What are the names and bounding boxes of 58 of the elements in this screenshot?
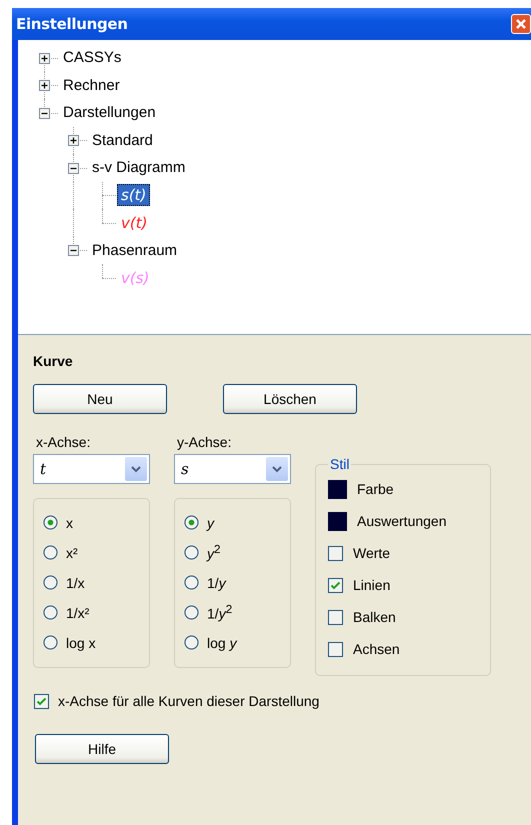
radio-label: y$^{2}$ <box>207 543 220 562</box>
checkbox[interactable] <box>34 694 49 708</box>
window-title: Einstellungen <box>16 15 128 33</box>
radio-label: x <box>66 514 73 530</box>
radio-button[interactable] <box>184 545 199 560</box>
collapse-icon[interactable] <box>39 108 50 119</box>
checkbox-label: Balken <box>353 609 396 625</box>
tree-item[interactable]: Phasenraum <box>88 240 182 261</box>
checkbox[interactable] <box>328 610 343 624</box>
help-button[interactable]: Hilfe <box>35 734 169 764</box>
collapse-icon[interactable] <box>68 245 79 256</box>
tree-item[interactable]: Darstellungen <box>59 102 160 124</box>
axis-dropdown[interactable]: t <box>33 454 150 484</box>
radio-label: y <box>207 514 214 530</box>
tree-item[interactable]: v(t) <box>117 212 152 234</box>
checkbox[interactable] <box>328 546 343 560</box>
checkbox-label: Linien <box>353 577 390 593</box>
expand-icon[interactable] <box>68 135 79 146</box>
tree-item[interactable]: s-v Diagramm <box>88 157 190 178</box>
color-swatch[interactable] <box>328 512 347 530</box>
swatch-label: Auswertungen <box>357 513 447 529</box>
axis-dropdown[interactable]: s <box>174 454 291 484</box>
checkbox-label: Werte <box>353 545 390 561</box>
expand-icon[interactable] <box>39 80 50 92</box>
tree-item[interactable]: s(t) <box>117 184 150 206</box>
radio-label: 1/x <box>66 574 85 590</box>
section-title: Kurve <box>33 353 74 369</box>
tree-item[interactable]: CASSYs <box>59 47 126 68</box>
radio-button[interactable] <box>43 605 58 620</box>
swatch-label: Farbe <box>357 481 394 497</box>
radio-button[interactable] <box>43 515 58 530</box>
radio-button[interactable] <box>184 635 199 650</box>
axis-label: x-Achse: <box>36 434 92 452</box>
action-button[interactable]: Löschen <box>223 384 357 414</box>
radio-button[interactable] <box>43 635 58 650</box>
radio-label: log y <box>207 634 237 650</box>
tree-item[interactable]: Rechner <box>59 74 124 96</box>
checkbox[interactable] <box>328 578 343 592</box>
radio-button[interactable] <box>43 545 58 560</box>
radio-button[interactable] <box>184 605 199 620</box>
radio-button[interactable] <box>184 515 199 530</box>
radio-label: x² <box>66 544 78 560</box>
expand-icon[interactable] <box>39 52 50 64</box>
checkbox-label: x-Achse für alle Kurven dieser Darstellung <box>58 693 320 709</box>
color-swatch[interactable] <box>328 480 347 498</box>
radio-button[interactable] <box>184 575 199 590</box>
group-title: Stil <box>328 456 352 472</box>
checkbox-label: Achsen <box>353 641 400 657</box>
action-button[interactable]: Neu <box>33 384 167 414</box>
radio-label: log x <box>66 634 96 650</box>
collapse-icon[interactable] <box>68 162 79 174</box>
checkbox[interactable] <box>328 642 343 656</box>
radio-label: 1/y <box>207 574 226 590</box>
radio-label: 1/x² <box>66 604 90 620</box>
radio-label: 1/y$^{2}$ <box>207 603 232 622</box>
radio-button[interactable] <box>43 575 58 590</box>
axis-label: y-Achse: <box>177 434 232 452</box>
tree-item[interactable]: Standard <box>88 130 157 151</box>
